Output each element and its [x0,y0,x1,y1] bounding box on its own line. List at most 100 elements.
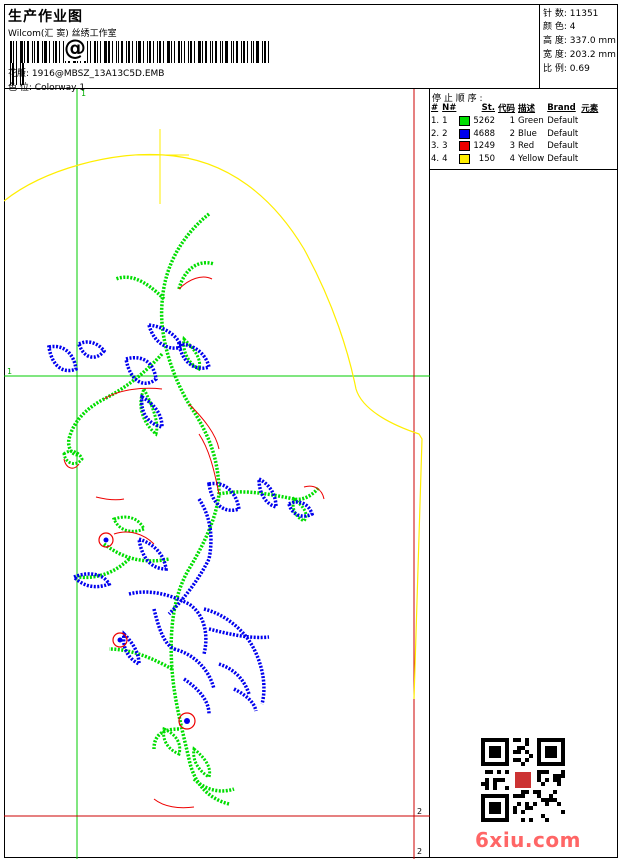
row-index: 1. [431,116,440,127]
row-code: 2 [509,128,516,139]
row-stitches: 1249 [473,141,496,152]
barcode-bar [13,41,14,63]
row-code: 1 [509,116,516,127]
barcode-bar [108,41,110,63]
barcode-bar [97,41,98,63]
barcode-bar [138,41,141,63]
barcode-bar [55,41,57,63]
barcode-bar [194,41,195,63]
barcode-bar [174,41,175,63]
barcode-bar [233,41,234,63]
table-row: 4. 4 150 4 Yellow Default [431,153,601,166]
barcode-bar [163,41,164,63]
barcode-bar [132,41,133,63]
barcode-bar [251,41,252,63]
guide-label-v2: 2 [417,847,423,856]
garment-outline [4,153,423,700]
barcode-bar [231,41,232,63]
barcode-bar [42,41,43,63]
row-needle: 1 [442,116,448,127]
barcode [10,41,272,85]
row-brand: Default [547,153,579,164]
stat-width: 宽 度: 203.2 mm [543,50,616,60]
page-title: 生产作业图 [8,9,83,25]
row-brand: Default [547,116,579,127]
barcode-bar [49,41,50,63]
barcode-bar [24,41,25,63]
barcode-bar [215,41,217,63]
barcode-bar [37,41,39,63]
barcode-bar [212,41,213,63]
barcode-bar [241,41,242,63]
barcode-bar [90,41,91,63]
design-label: 花版: [8,69,30,79]
row-swatch [459,153,473,166]
barcode-bar [225,41,228,63]
barcode-bar [159,41,161,63]
barcode-bar [87,41,88,63]
barcode-bar [222,41,223,63]
table-row: 1. 1 5262 1 Green Default [431,115,601,128]
row-code: 4 [509,153,516,164]
stats-panel: 针 数: 11351 颜 色: 4 高 度: 337.0 mm 宽 度: 203… [540,4,618,89]
barcode-bar [20,41,23,63]
header-panel: 生产作业图 Wilcom(汇 窦) 丝绣工作室 @ 花版: 1916@MBSZ_… [4,4,540,93]
table-row: 3. 3 1249 3 Red Default [431,140,601,153]
row-needle: 4 [442,153,448,164]
barcode-bar [116,41,117,63]
table-header-row: # N# St. 代码 描述 Brand 元素 [431,102,601,115]
row-desc: Green [518,116,544,127]
barcode-bar [126,41,127,63]
color-swatch [459,116,471,126]
table-row: 2. 2 4688 2 Blue Default [431,128,601,141]
row-needle: 2 [442,128,448,139]
barcode-bar [210,41,211,63]
row-stitches: 5262 [473,116,496,127]
row-brand: Default [547,141,579,152]
barcode-bar [236,41,238,63]
color-swatch [459,128,471,139]
barcode-bar [53,41,54,63]
barcode-bar [190,41,192,63]
barcode-bar [104,41,107,63]
col-code: 代码 [498,104,516,114]
col-swatch [459,102,473,115]
guide-label-v1: 1 [81,89,87,98]
row-desc: Red [518,141,535,152]
barcode-bar [147,41,148,63]
qr-code [481,738,565,822]
col-element: 元素 [581,104,599,114]
row-swatch [459,140,473,153]
col-index: # [431,103,439,113]
row-stitches: 4688 [473,128,496,139]
row-code: 3 [509,141,516,152]
row-swatch [459,128,473,141]
green-leaves [62,335,308,780]
row-index: 2. [431,128,440,139]
barcode-bar [171,41,172,63]
barcode-bar [262,41,263,63]
red-outlines [63,276,325,809]
col-brand: Brand [547,103,576,113]
row-index: 3. [431,141,440,152]
row-element [581,153,601,166]
barcode-bar [94,41,96,63]
barcode-bar [121,41,123,63]
barcode-bar [184,41,185,63]
barcode-bar [268,41,269,63]
barcode-bar [256,41,259,63]
barcode-bar [253,41,254,63]
barcode-bar [157,41,158,63]
col-stitches: St. [481,103,496,113]
row-element [581,115,601,128]
barcode-bar [16,41,17,63]
row-swatch [459,115,473,128]
barcode-bar [44,41,47,63]
barcode-bar [167,41,170,63]
barcode-bar [198,41,201,63]
row-stitches: 150 [478,153,496,164]
row-brand: Default [547,128,579,139]
barcode-bar [10,41,12,63]
barcode-bar [220,41,221,63]
barcode-bar [27,41,29,63]
